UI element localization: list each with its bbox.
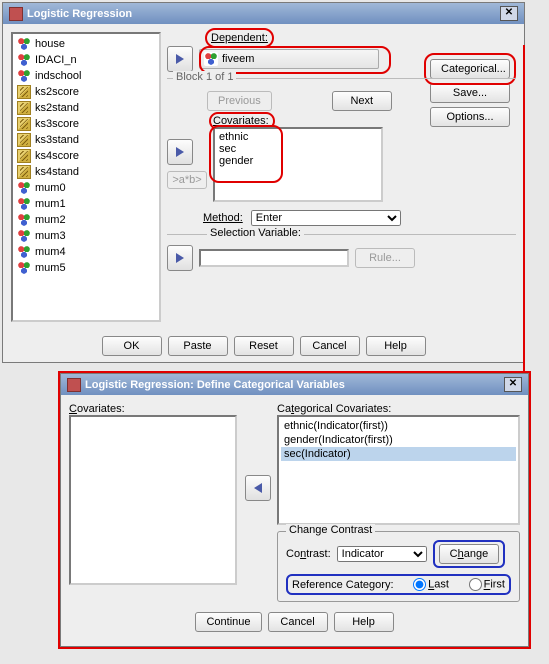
- selection-label: Selection Variable:: [207, 227, 304, 239]
- nominal-icon: [17, 37, 31, 51]
- nominal-icon: [204, 52, 218, 66]
- first-radio[interactable]: [469, 578, 482, 591]
- categorical-covariates-label: Categorical Covariates:: [277, 403, 520, 415]
- variable-item[interactable]: mum2: [15, 212, 157, 228]
- covariate-item[interactable]: ethnic: [219, 131, 377, 143]
- variable-item[interactable]: mum5: [15, 260, 157, 276]
- contrast-select[interactable]: Indicator: [337, 546, 427, 562]
- variable-name: ks4score: [35, 150, 79, 162]
- cancel-button[interactable]: Cancel: [268, 612, 328, 632]
- variable-item[interactable]: mum0: [15, 180, 157, 196]
- covariate-item[interactable]: gender: [219, 155, 377, 167]
- variable-name: ks3score: [35, 118, 79, 130]
- dependent-label: Dependent:: [211, 32, 268, 44]
- nominal-icon: [17, 53, 31, 67]
- variable-item[interactable]: ks4stand: [15, 164, 157, 180]
- reference-category-label: Reference Category:: [292, 579, 394, 591]
- variable-item[interactable]: IDACI_n: [15, 52, 157, 68]
- variable-list[interactable]: house IDACI_n indschool ks2score ks2stand ks3…: [11, 32, 161, 322]
- covariates-label: Covariates:: [213, 115, 269, 127]
- app-icon: [67, 378, 81, 392]
- method-select[interactable]: Enter: [251, 210, 401, 226]
- variable-item[interactable]: ks2score: [15, 84, 157, 100]
- covariates-label: Covariates:: [69, 403, 239, 415]
- variable-name: mum1: [35, 198, 66, 210]
- variable-name: ks2score: [35, 86, 79, 98]
- variable-item[interactable]: house: [15, 36, 157, 52]
- move-covariate-button[interactable]: [167, 139, 193, 165]
- variable-name: mum0: [35, 182, 66, 194]
- connector-line: [523, 45, 525, 383]
- nominal-icon: [17, 213, 31, 227]
- window-title: Logistic Regression: [27, 8, 132, 20]
- categorical-covariate-item[interactable]: ethnic(Indicator(first)): [281, 419, 516, 433]
- next-button[interactable]: Next: [332, 91, 392, 111]
- covariates-list[interactable]: [69, 415, 237, 585]
- covariate-item[interactable]: sec: [219, 143, 377, 155]
- variable-item[interactable]: ks4score: [15, 148, 157, 164]
- scale-icon: [17, 85, 31, 99]
- previous-button: Previous: [207, 91, 272, 111]
- app-icon: [9, 7, 23, 21]
- variable-name: IDACI_n: [35, 54, 77, 66]
- scale-icon: [17, 117, 31, 131]
- nominal-icon: [17, 197, 31, 211]
- last-label: Last: [428, 579, 449, 591]
- method-label: Method:: [203, 212, 243, 224]
- variable-name: ks4stand: [35, 166, 79, 178]
- nominal-icon: [17, 245, 31, 259]
- change-contrast-legend: Change Contrast: [286, 524, 375, 536]
- variable-item[interactable]: mum1: [15, 196, 157, 212]
- close-icon[interactable]: ✕: [500, 6, 518, 21]
- nominal-icon: [17, 69, 31, 83]
- variable-item[interactable]: ks3stand: [15, 132, 157, 148]
- window-title: Logistic Regression: Define Categorical …: [85, 379, 345, 391]
- contrast-label: Contrast:: [286, 548, 331, 560]
- variable-item[interactable]: mum3: [15, 228, 157, 244]
- interaction-button: >a*b>: [167, 171, 207, 189]
- continue-button[interactable]: Continue: [195, 612, 261, 632]
- help-button[interactable]: Help: [334, 612, 394, 632]
- variable-name: mum4: [35, 246, 66, 258]
- variable-item[interactable]: indschool: [15, 68, 157, 84]
- categorical-covariate-item[interactable]: sec(Indicator): [281, 447, 516, 461]
- move-left-button[interactable]: [245, 475, 271, 501]
- variable-name: house: [35, 38, 65, 50]
- covariates-box[interactable]: ethnicsecgender: [213, 127, 383, 202]
- variable-name: mum3: [35, 230, 66, 242]
- scale-icon: [17, 149, 31, 163]
- variable-name: ks3stand: [35, 134, 79, 146]
- scale-icon: [17, 165, 31, 179]
- ok-button[interactable]: OK: [102, 336, 162, 356]
- variable-item[interactable]: ks3score: [15, 116, 157, 132]
- first-label: First: [484, 579, 505, 591]
- nominal-icon: [17, 261, 31, 275]
- paste-button[interactable]: Paste: [168, 336, 228, 356]
- scale-icon: [17, 101, 31, 115]
- help-button[interactable]: Help: [366, 336, 426, 356]
- dependent-field[interactable]: fiveem: [199, 49, 379, 69]
- variable-name: indschool: [35, 70, 81, 82]
- cancel-button[interactable]: Cancel: [300, 336, 360, 356]
- variable-item[interactable]: mum4: [15, 244, 157, 260]
- scale-icon: [17, 133, 31, 147]
- move-selection-button[interactable]: [167, 245, 193, 271]
- selection-field[interactable]: [199, 249, 349, 267]
- categorical-covariates-list[interactable]: ethnic(Indicator(first))gender(Indicator…: [277, 415, 520, 525]
- close-icon[interactable]: ✕: [504, 377, 522, 392]
- nominal-icon: [17, 229, 31, 243]
- last-radio[interactable]: [413, 578, 426, 591]
- variable-name: mum5: [35, 262, 66, 274]
- nominal-icon: [17, 181, 31, 195]
- variable-name: mum2: [35, 214, 66, 226]
- block-label: Block 1 of 1: [173, 71, 236, 83]
- variable-name: ks2stand: [35, 102, 79, 114]
- categorical-covariate-item[interactable]: gender(Indicator(first)): [281, 433, 516, 447]
- reset-button[interactable]: Reset: [234, 336, 294, 356]
- dependent-value: fiveem: [222, 53, 254, 65]
- rule-button: Rule...: [355, 248, 415, 268]
- variable-item[interactable]: ks2stand: [15, 100, 157, 116]
- move-dependent-button[interactable]: [167, 46, 193, 72]
- change-button[interactable]: Change: [439, 544, 500, 564]
